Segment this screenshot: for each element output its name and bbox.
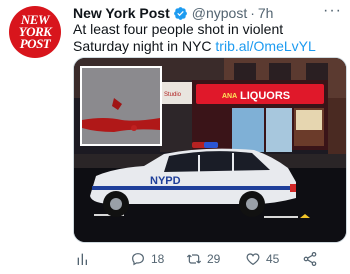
share-button[interactable]: [302, 251, 318, 267]
display-name[interactable]: New York Post: [73, 5, 170, 21]
tweet-link[interactable]: trib.al/OmeLvYL: [215, 38, 315, 54]
analytics-icon: [77, 253, 87, 265]
views-button[interactable]: [75, 251, 91, 267]
separator-dot: ·: [250, 5, 255, 21]
reply-button[interactable]: 18: [130, 251, 164, 267]
avatar[interactable]: NEW YORK POST: [9, 6, 61, 58]
retweet-button[interactable]: 29: [186, 251, 220, 267]
like-button[interactable]: 45: [245, 251, 279, 267]
tweet-text: At least four people shot in violent Sat…: [73, 21, 343, 55]
handle[interactable]: @nypost: [192, 5, 247, 21]
store-sign: LIQUORS: [240, 90, 290, 102]
retweet-count: 29: [207, 252, 221, 266]
reply-icon: [132, 253, 144, 266]
like-count: 45: [266, 252, 280, 266]
tweet-actions: 18 29 45: [73, 251, 343, 271]
media-photo: Studio ANA LIQUORS NYPD: [74, 58, 346, 242]
avatar-logo-line-3: POST: [19, 36, 51, 51]
store-sign-prefix: ANA: [222, 93, 237, 100]
tweet-media[interactable]: Studio ANA LIQUORS NYPD: [73, 57, 347, 243]
timestamp[interactable]: 7h: [258, 5, 274, 21]
heart-icon: [246, 253, 260, 266]
retweet-icon: [186, 254, 202, 264]
verified-badge-icon: [173, 6, 187, 20]
reply-count: 18: [151, 252, 165, 266]
share-icon: [303, 252, 317, 266]
tweet-header: New York Post @nypost · 7h: [73, 4, 273, 22]
more-horizontal-icon[interactable]: ···: [323, 2, 342, 20]
car-label: NYPD: [150, 175, 181, 187]
left-store-sign: Studio: [164, 92, 182, 98]
tweet[interactable]: NEW YORK POST New York Post @nypost · 7h…: [0, 0, 350, 274]
